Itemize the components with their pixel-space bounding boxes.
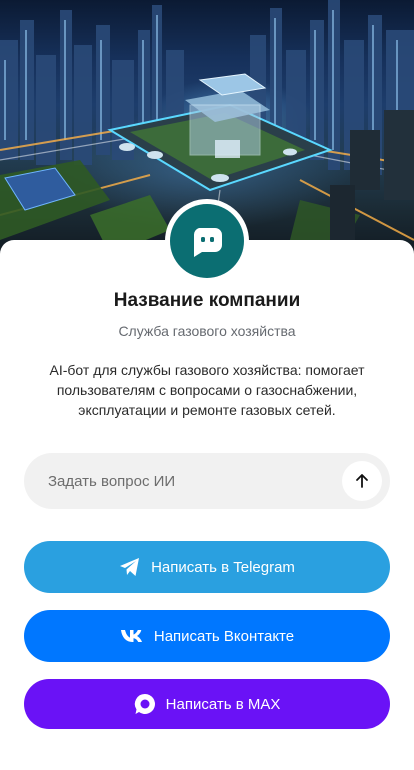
- company-avatar: [165, 199, 249, 283]
- ask-ai-box: [24, 453, 390, 509]
- telegram-button-label: Написать в Telegram: [151, 558, 295, 576]
- company-subtitle: Служба газового хозяйства: [118, 323, 296, 339]
- vk-icon: [120, 629, 144, 643]
- max-button-label: Написать в MAX: [165, 695, 281, 713]
- company-description: AI-бот для службы газового хозяйства: по…: [49, 362, 365, 418]
- page: Название компании Служба газового хозяйс…: [0, 0, 414, 770]
- telegram-icon: [119, 557, 141, 577]
- arrow-up-icon: [356, 474, 368, 488]
- max-icon: [134, 693, 156, 715]
- telegram-button[interactable]: Написать в Telegram: [24, 541, 390, 593]
- max-button[interactable]: Написать в MAX: [24, 679, 390, 729]
- chat-bot-icon: [193, 228, 222, 257]
- company-name: Название компании: [113, 290, 301, 311]
- vk-button[interactable]: Написать Вконтакте: [24, 610, 390, 662]
- vk-button-label: Написать Вконтакте: [153, 627, 295, 645]
- avatar-circle: [170, 204, 244, 278]
- ask-ai-input[interactable]: [48, 472, 342, 490]
- send-button[interactable]: [342, 461, 382, 501]
